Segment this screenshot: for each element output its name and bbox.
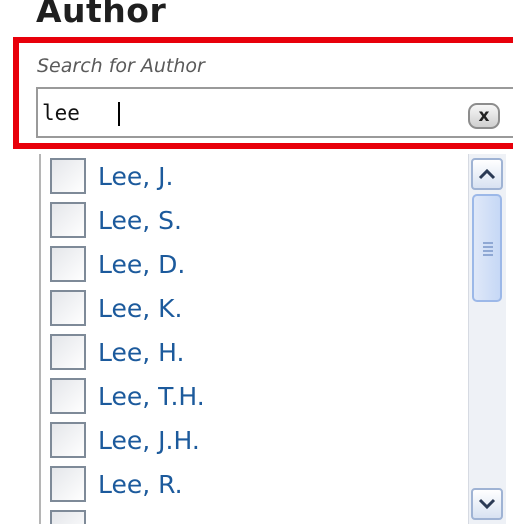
search-box: x (36, 87, 513, 138)
text-caret (118, 102, 120, 126)
chevron-up-icon (478, 168, 496, 180)
scroll-thumb[interactable] (472, 194, 502, 302)
list-item[interactable]: Lee, D. (50, 244, 185, 284)
checkbox[interactable] (50, 334, 86, 370)
author-search-input[interactable] (42, 97, 442, 129)
scroll-down-button[interactable] (471, 488, 503, 520)
list-item[interactable]: Lee, J. (50, 156, 173, 196)
list-item[interactable]: Lee, J.H. (50, 420, 200, 460)
list-item[interactable]: Lee, R. (50, 464, 183, 504)
list-item[interactable]: Lee, H. (50, 332, 184, 372)
list-item-label[interactable]: Lee, J.H. (98, 426, 200, 455)
checkbox[interactable] (50, 510, 86, 524)
checkbox[interactable] (50, 422, 86, 458)
list-item-label[interactable]: Lee, R. (98, 470, 183, 499)
list-item-label[interactable]: Lee, H. (98, 338, 184, 367)
clear-search-button[interactable]: x (468, 103, 500, 129)
list-item[interactable] (50, 508, 98, 524)
author-list: Lee, J. Lee, S. Lee, D. Lee, K. Lee, H. … (39, 154, 513, 524)
close-icon: x (478, 106, 490, 126)
facet-title: Author (36, 0, 167, 30)
list-item-label[interactable]: Lee, S. (98, 206, 182, 235)
list-scrollbar[interactable] (468, 154, 506, 524)
scroll-up-button[interactable] (471, 158, 503, 190)
checkbox[interactable] (50, 202, 86, 238)
list-item-label[interactable]: Lee, J. (98, 162, 173, 191)
list-item[interactable]: Lee, T.H. (50, 376, 205, 416)
list-item[interactable]: Lee, K. (50, 288, 183, 328)
list-item-label[interactable]: Lee, D. (98, 250, 185, 279)
list-item-label[interactable]: Lee, T.H. (98, 382, 205, 411)
checkbox[interactable] (50, 158, 86, 194)
checkbox[interactable] (50, 378, 86, 414)
chevron-down-icon (478, 498, 496, 510)
grip-icon (483, 242, 493, 256)
list-item-label[interactable]: Lee, K. (98, 294, 183, 323)
checkbox[interactable] (50, 246, 86, 282)
list-item[interactable]: Lee, S. (50, 200, 182, 240)
checkbox[interactable] (50, 466, 86, 502)
checkbox[interactable] (50, 290, 86, 326)
search-label: Search for Author (37, 55, 205, 77)
